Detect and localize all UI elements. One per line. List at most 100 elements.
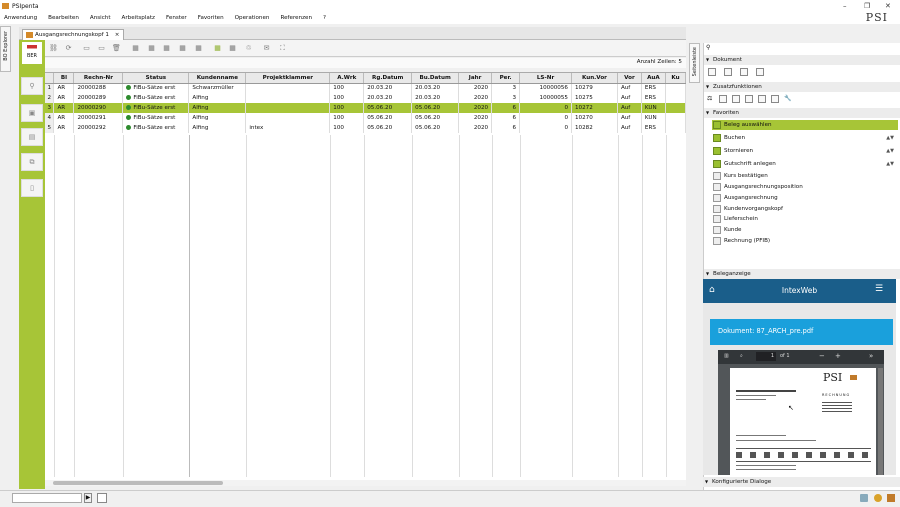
menu-arbeitsplatz[interactable]: Arbeitsplatz: [122, 15, 155, 21]
cell-status[interactable]: FiBu-Sätze erst: [122, 113, 190, 123]
favorite-item[interactable]: Ausgangsrechnungsposition: [712, 182, 898, 192]
grid-icon[interactable]: ▦: [147, 44, 156, 53]
cell-kv[interactable]: 10279: [571, 83, 618, 93]
bo-explorer-tab[interactable]: BO Explorer: [0, 26, 11, 72]
cell-projekt[interactable]: [245, 93, 331, 103]
doc-icon-2[interactable]: [724, 68, 732, 76]
menu-operationen[interactable]: Operationen: [235, 15, 270, 21]
cell-nr[interactable]: 20000288: [73, 83, 124, 93]
reorder-arrows-icon[interactable]: ▲▼: [886, 146, 894, 156]
grid-copy-icon[interactable]: ▦: [178, 44, 187, 53]
cell-ls[interactable]: 10000056: [519, 83, 572, 93]
tool-icon-2[interactable]: [719, 95, 727, 103]
cell-aua[interactable]: KUN: [641, 103, 666, 113]
network-icon[interactable]: [860, 494, 868, 502]
col-status[interactable]: Status: [122, 73, 190, 84]
copy-icon[interactable]: ⧉: [21, 153, 43, 171]
cell-bu[interactable]: 20.03.20: [411, 93, 460, 103]
cell-wrk[interactable]: 100: [329, 103, 365, 113]
row-number[interactable]: 3: [45, 103, 55, 113]
section-favoriten[interactable]: Favoriten: [704, 108, 900, 118]
cell-status[interactable]: FiBu-Sätze erst: [122, 93, 190, 103]
cell-vor[interactable]: Auf: [617, 93, 642, 103]
section-zusatzfunktionen[interactable]: Zusatzfunktionen: [704, 82, 900, 92]
menu-referenzen[interactable]: Referenzen: [280, 15, 312, 21]
cell-jahr[interactable]: 2020: [458, 123, 493, 133]
minimize-icon[interactable]: –: [843, 2, 847, 10]
cell-bu[interactable]: 05.06.20: [411, 113, 460, 123]
zoom-in-icon[interactable]: +: [835, 352, 841, 360]
cell-kv[interactable]: 10272: [571, 103, 618, 113]
cell-ku[interactable]: [665, 83, 687, 93]
close-icon[interactable]: ✕: [885, 2, 891, 10]
col-per[interactable]: Per.: [491, 73, 521, 84]
hamburger-menu-icon[interactable]: ☰: [875, 284, 883, 294]
favorite-item[interactable]: Rechnung (PFIB): [712, 236, 898, 246]
cell-ls[interactable]: 0: [519, 103, 572, 113]
cell-projekt[interactable]: [245, 83, 331, 93]
row-number[interactable]: 4: [45, 113, 55, 123]
cell-nr[interactable]: 20000292: [73, 123, 124, 133]
pdf-scrollbar[interactable]: [878, 368, 883, 475]
doc-icon-4[interactable]: [756, 68, 764, 76]
tool-icon-1[interactable]: ⚖: [707, 95, 715, 103]
cell-aua[interactable]: ERS: [641, 83, 666, 93]
col-a-wrk[interactable]: A.Wrk: [329, 73, 365, 84]
cell-ku[interactable]: [665, 113, 687, 123]
tool-icon-4[interactable]: [745, 95, 753, 103]
grid-add-icon[interactable]: ▦: [194, 44, 203, 53]
mail-icon[interactable]: ✉: [262, 44, 271, 53]
table-icon[interactable]: ▦: [213, 44, 222, 53]
cell-projekt[interactable]: [245, 103, 331, 113]
tool-icon-5[interactable]: [758, 95, 766, 103]
cell-jahr[interactable]: 2020: [458, 103, 493, 113]
cell-bl[interactable]: AR: [53, 83, 75, 93]
fullscreen-icon[interactable]: ⛶: [278, 44, 287, 53]
cell-nr[interactable]: 20000290: [73, 103, 124, 113]
favorite-item[interactable]: Gutschrift anlegen ▲▼: [712, 159, 898, 169]
ber-tile[interactable]: BER: [22, 42, 42, 64]
cell-ku[interactable]: [665, 123, 687, 133]
cell-jahr[interactable]: 2020: [458, 93, 493, 103]
row-number[interactable]: 5: [45, 123, 55, 133]
edit-document-icon[interactable]: ▭: [97, 44, 106, 53]
grid-edit-icon[interactable]: ▦: [162, 44, 171, 53]
favorite-item[interactable]: Lieferschein: [712, 214, 898, 224]
doc-icon-3[interactable]: [740, 68, 748, 76]
doc-icon-1[interactable]: [708, 68, 716, 76]
new-document-icon[interactable]: ▭: [82, 44, 91, 53]
col-rechn-nr[interactable]: Rechn-Nr: [73, 73, 124, 84]
favorite-item[interactable]: Stornieren ▲▼: [712, 146, 898, 156]
cell-ls[interactable]: 0: [519, 123, 572, 133]
col-jahr[interactable]: Jahr: [458, 73, 493, 84]
link-icon[interactable]: ⛓: [49, 44, 58, 53]
favorite-item[interactable]: Kundenvorgangskopf: [712, 204, 898, 214]
cell-kunde[interactable]: Alfing: [188, 113, 247, 123]
cell-jahr[interactable]: 2020: [458, 83, 493, 93]
cell-rg[interactable]: 05.06.20: [363, 103, 413, 113]
col-kundenname[interactable]: Kundenname: [188, 73, 247, 84]
col-vor[interactable]: Vor: [617, 73, 642, 84]
favorite-item[interactable]: Kunde: [712, 225, 898, 235]
search-icon[interactable]: ▦: [131, 44, 140, 53]
table-row[interactable]: 5 AR 20000292 FiBu-Sätze erst Alfing intex 100…: [45, 123, 687, 133]
delete-icon[interactable]: 🗑: [112, 44, 121, 53]
sidebar-toggle-icon[interactable]: ▥: [724, 353, 729, 359]
cell-ls[interactable]: 10000055: [519, 93, 572, 103]
cell-wrk[interactable]: 100: [329, 113, 365, 123]
cell-jahr[interactable]: 2020: [458, 113, 493, 123]
section-dokument[interactable]: Dokument: [704, 55, 900, 65]
notification-icon[interactable]: [874, 494, 882, 502]
form-icon[interactable]: ▯: [21, 179, 43, 197]
row-number[interactable]: 1: [45, 83, 55, 93]
cell-rg[interactable]: 05.06.20: [363, 113, 413, 123]
cell-bl[interactable]: AR: [53, 123, 75, 133]
menu-anwendung[interactable]: Anwendung: [4, 15, 37, 21]
cell-vor[interactable]: Auf: [617, 123, 642, 133]
table-row[interactable]: 4 AR 20000291 FiBu-Sätze erst Alfing 100 05.06…: [45, 113, 687, 123]
cell-wrk[interactable]: 100: [329, 123, 365, 133]
cell-bl[interactable]: AR: [53, 113, 75, 123]
cell-bu[interactable]: 05.06.20: [411, 103, 460, 113]
menu-favoriten[interactable]: Favoriten: [198, 15, 224, 21]
cell-vor[interactable]: Auf: [617, 83, 642, 93]
